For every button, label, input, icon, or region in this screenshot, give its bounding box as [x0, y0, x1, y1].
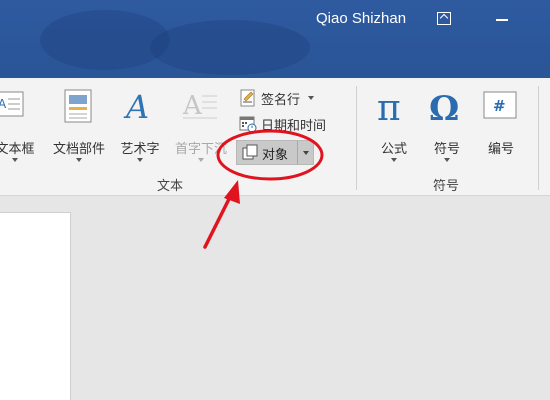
- highlight-ellipse: [216, 129, 324, 181]
- pointer-arrow-shaft: [203, 193, 233, 249]
- annotation-overlay: [203, 129, 324, 249]
